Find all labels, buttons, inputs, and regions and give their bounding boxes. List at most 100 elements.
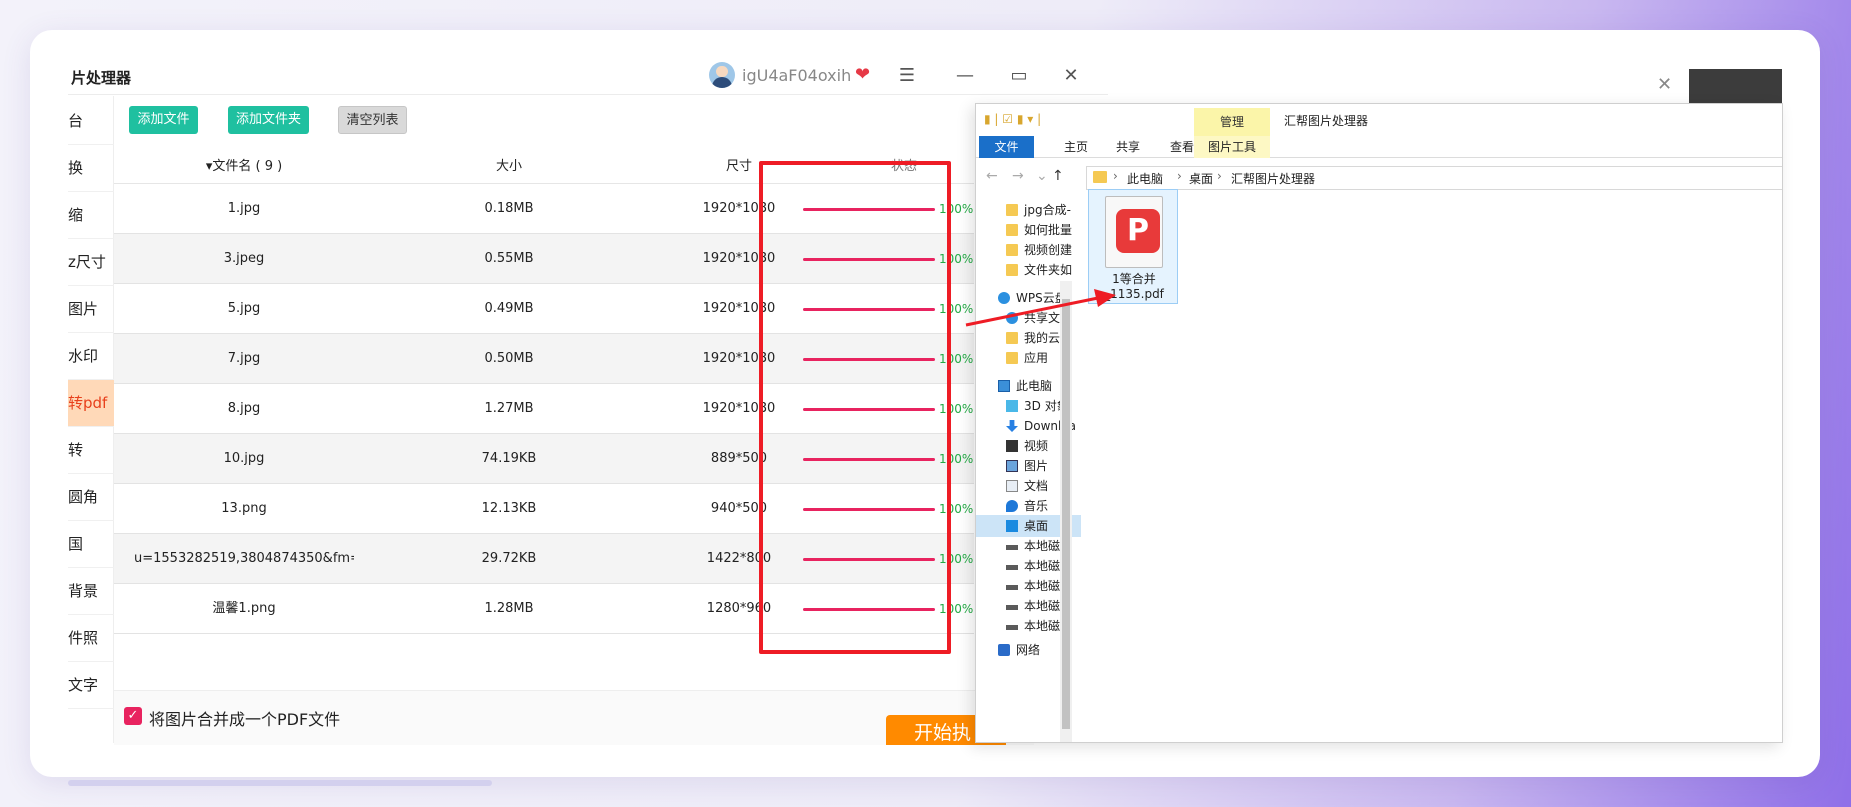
clear-list-button[interactable]: 清空列表 bbox=[338, 106, 407, 134]
file-name: 10.jpg bbox=[223, 451, 265, 466]
dropdown-icon[interactable]: ⌄ bbox=[1036, 168, 1048, 184]
nav-item-label: 文件夹如 bbox=[1024, 263, 1073, 277]
file-name: 1.jpg bbox=[227, 201, 261, 216]
column-header-size[interactable]: 大小 bbox=[454, 150, 564, 184]
nav-scrollbar-thumb[interactable] bbox=[1062, 299, 1070, 729]
pdf-file-item[interactable]: P 1等合并 _1135.pdf bbox=[1088, 189, 1178, 304]
file-name: 7.jpg bbox=[227, 351, 261, 366]
file-name: 3.jpeg bbox=[223, 251, 265, 266]
sidebar-item[interactable]: 圆角 bbox=[68, 474, 114, 521]
file-size: 0.50MB bbox=[484, 351, 534, 366]
background-window-edge bbox=[1689, 69, 1782, 103]
breadcrumb-separator-icon: › bbox=[1177, 169, 1182, 183]
avatar[interactable] bbox=[709, 62, 735, 88]
sidebar-item[interactable]: 转 bbox=[68, 427, 114, 474]
tab-picture-tools[interactable]: 图片工具 bbox=[1194, 136, 1270, 158]
forward-icon[interactable]: → bbox=[1012, 168, 1024, 184]
nav-item-label: jpg合成- bbox=[1024, 203, 1071, 217]
file-name: u=1553282519,3804874350&fm=2... bbox=[134, 551, 354, 566]
app-title: 片处理器 bbox=[71, 69, 132, 87]
merge-pdf-checkbox[interactable]: ✓ bbox=[124, 707, 142, 725]
nav-item-label: 此电脑 bbox=[1016, 379, 1053, 393]
disk-icon bbox=[1006, 585, 1018, 590]
sidebar-item[interactable]: 文字 bbox=[68, 662, 114, 709]
breadcrumb-item[interactable]: 此电脑 bbox=[1127, 170, 1163, 187]
file-size: 0.18MB bbox=[484, 201, 534, 216]
titlebar-divider bbox=[68, 94, 1108, 95]
breadcrumb-separator-icon: › bbox=[1217, 169, 1222, 183]
disk-icon bbox=[1006, 545, 1018, 550]
folder-icon bbox=[1006, 204, 1018, 216]
file-name: 13.png bbox=[221, 501, 267, 516]
manage-context-tab[interactable]: 管理 bbox=[1194, 108, 1270, 136]
download-icon bbox=[1006, 420, 1018, 432]
nav-item[interactable]: jpg合成- bbox=[976, 199, 1081, 221]
file-size: 12.13KB bbox=[481, 501, 537, 516]
tab-home[interactable]: 主页 bbox=[1048, 136, 1104, 158]
sidebar-item[interactable]: 国 bbox=[68, 521, 114, 568]
close-icon[interactable]: ✕ bbox=[1657, 74, 1672, 95]
sidebar-item[interactable]: 图片 bbox=[68, 286, 114, 333]
nav-item-label: 如何批量 bbox=[1024, 223, 1073, 237]
add-folder-button[interactable]: 添加文件夹 bbox=[228, 106, 309, 134]
username[interactable]: igU4aF04oxih bbox=[742, 66, 851, 85]
cube-icon bbox=[1006, 400, 1018, 412]
up-icon[interactable]: ↑ bbox=[1052, 168, 1064, 184]
menu-icon[interactable]: ☰ bbox=[893, 62, 921, 90]
sidebar-item-to-pdf[interactable]: 转pdf bbox=[68, 380, 114, 427]
folder-icon bbox=[1006, 264, 1018, 276]
nav-item-label: 图片 bbox=[1024, 459, 1049, 473]
merge-pdf-label: 将图片合并成一个PDF文件 bbox=[149, 710, 341, 729]
nav-item-label: 视频创建 bbox=[1024, 243, 1073, 257]
minimize-icon[interactable]: — bbox=[951, 62, 979, 90]
tab-file[interactable]: 文件 bbox=[979, 136, 1034, 158]
file-size: 0.49MB bbox=[484, 301, 534, 316]
sidebar: 台 换 缩 z尺寸 图片 水印 转pdf 转 圆角 国 背景 件照 文字 bbox=[68, 96, 114, 743]
disk-icon bbox=[1006, 625, 1018, 630]
address-bar[interactable]: › 此电脑 › 桌面 › 汇帮图片处理器 bbox=[1086, 166, 1782, 190]
sidebar-item[interactable]: 换 bbox=[68, 145, 114, 192]
folder-icon bbox=[1093, 171, 1107, 183]
nav-item-label: 桌面 bbox=[1024, 519, 1049, 533]
vip-badge-icon[interactable]: ❤ bbox=[855, 64, 870, 85]
sidebar-item[interactable]: 水印 bbox=[68, 333, 114, 380]
cloud-icon bbox=[998, 292, 1010, 304]
nav-item[interactable]: 如何批量 bbox=[976, 219, 1081, 241]
close-icon[interactable]: ✕ bbox=[1057, 62, 1085, 90]
music-icon bbox=[1006, 500, 1018, 512]
folder-icon bbox=[1006, 244, 1018, 256]
address-row: ← → ⌄ ↑ › 此电脑 › 桌面 › 汇帮图片处理器 bbox=[976, 166, 1782, 190]
sidebar-item[interactable]: 件照 bbox=[68, 615, 114, 662]
pdf-logo-icon: P bbox=[1116, 209, 1160, 253]
sidebar-item[interactable]: 台 bbox=[68, 98, 114, 145]
horizontal-scroll-indicator[interactable] bbox=[68, 780, 492, 786]
file-name: 8.jpg bbox=[227, 401, 261, 416]
breadcrumb-separator-icon: › bbox=[1113, 169, 1118, 183]
sidebar-item[interactable]: z尺寸 bbox=[68, 239, 114, 286]
app-titlebar: 片处理器 igU4aF04oxih ❤ ☰ — ▭ ✕ bbox=[68, 60, 1108, 94]
folder-icon bbox=[1006, 224, 1018, 236]
file-size: 1.27MB bbox=[484, 401, 534, 416]
folder-icon bbox=[1006, 332, 1018, 344]
share-icon bbox=[1006, 312, 1018, 324]
tab-share[interactable]: 共享 bbox=[1100, 136, 1156, 158]
file-name: 温馨1.png bbox=[212, 601, 276, 616]
file-name-line: _1135.pdf bbox=[1104, 287, 1164, 301]
nav-item[interactable]: 视频创建 bbox=[976, 239, 1081, 261]
nav-item[interactable]: 文件夹如 bbox=[976, 259, 1081, 281]
file-size: 1.28MB bbox=[484, 601, 534, 616]
breadcrumb-item[interactable]: 桌面 bbox=[1189, 170, 1213, 187]
maximize-icon[interactable]: ▭ bbox=[1005, 62, 1033, 90]
sidebar-item[interactable]: 背景 bbox=[68, 568, 114, 615]
file-name-label: 1等合并 _1135.pdf bbox=[1089, 272, 1179, 302]
ribbon-tabs: 文件 主页 共享 查看 图片工具 bbox=[976, 136, 1782, 158]
breadcrumb-item[interactable]: 汇帮图片处理器 bbox=[1231, 170, 1315, 187]
nav-item-label: 文档 bbox=[1024, 479, 1049, 493]
nav-item-label: 视频 bbox=[1024, 439, 1049, 453]
quick-access-toolbar-icons[interactable]: ▮ | ☑ ▮ ▾ | bbox=[984, 112, 1041, 126]
sidebar-item[interactable]: 缩 bbox=[68, 192, 114, 239]
add-file-button[interactable]: 添加文件 bbox=[129, 106, 198, 134]
folder-icon bbox=[1006, 352, 1018, 364]
back-icon[interactable]: ← bbox=[986, 168, 998, 184]
column-header-name[interactable]: ▾文件名 ( 9 ) bbox=[174, 150, 314, 184]
